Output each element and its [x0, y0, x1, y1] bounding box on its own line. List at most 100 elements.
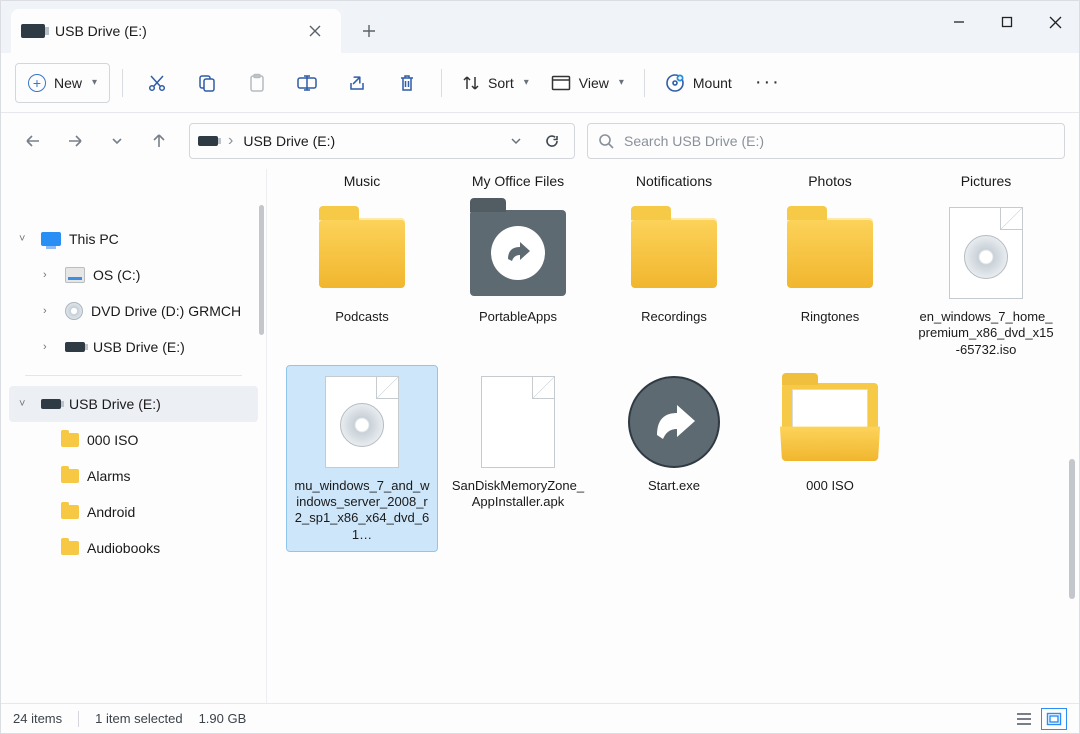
tree-usb-drive-selected[interactable]: ˅ USB Drive (E:) [9, 386, 258, 422]
item-label[interactable]: My Office Files [443, 169, 593, 197]
recent-locations-button[interactable] [99, 123, 135, 159]
copy-button[interactable] [185, 63, 229, 103]
tree-usb-drive[interactable]: › USB Drive (E:) [9, 329, 258, 365]
up-button[interactable] [141, 123, 177, 159]
folder-000-iso[interactable]: 000 ISO [755, 366, 905, 551]
breadcrumb-segment[interactable]: USB Drive (E:) [243, 133, 335, 149]
minimize-button[interactable] [935, 1, 983, 43]
navigation-bar: › USB Drive (E:) [1, 113, 1079, 169]
explorer-body: ˅ This PC › OS (C:) › DVD Drive (D:) GRM… [1, 169, 1079, 703]
tab-close-button[interactable] [299, 15, 331, 47]
address-bar[interactable]: › USB Drive (E:) [189, 123, 575, 159]
breadcrumb-dropdown[interactable] [504, 135, 528, 147]
status-selection: 1 item selected [95, 711, 182, 726]
tree-this-pc[interactable]: ˅ This PC [9, 221, 258, 257]
refresh-button[interactable] [538, 133, 566, 149]
back-button[interactable] [15, 123, 51, 159]
tree-label: Audiobooks [87, 540, 160, 556]
paste-button[interactable] [235, 63, 279, 103]
rename-icon [296, 73, 318, 93]
item-label[interactable]: Music [287, 169, 437, 197]
file-icon [481, 376, 555, 468]
item-label: SanDiskMemoryZone_AppInstaller.apk [449, 478, 587, 511]
tree-os-drive[interactable]: › OS (C:) [9, 257, 258, 293]
chevron-right-icon: › [43, 341, 57, 353]
view-toggles [1011, 708, 1067, 730]
content-scrollbar[interactable] [1069, 459, 1075, 599]
file-iso-win7-home[interactable]: en_windows_7_home_premium_x86_dvd_x15-65… [911, 197, 1061, 366]
tree-folder-000-iso[interactable]: 000 ISO [9, 422, 258, 458]
item-label: Recordings [641, 309, 707, 325]
item-label: Ringtones [801, 309, 860, 325]
pc-icon [41, 232, 61, 246]
tree-label: OS (C:) [93, 267, 140, 283]
drive-icon [65, 267, 85, 283]
forward-button[interactable] [57, 123, 93, 159]
titlebar: USB Drive (E:) [1, 1, 1079, 53]
search-box[interactable] [587, 123, 1065, 159]
item-label: Podcasts [335, 309, 388, 325]
mount-label: Mount [693, 75, 732, 91]
folder-podcasts[interactable]: Podcasts [287, 197, 437, 366]
view-icon [551, 75, 571, 91]
tab-usb-drive[interactable]: USB Drive (E:) [11, 9, 341, 53]
new-button[interactable]: + New ▾ [15, 63, 110, 103]
item-label[interactable]: Pictures [911, 169, 1061, 197]
usb-drive-icon [65, 342, 85, 352]
clipboard-icon [247, 73, 267, 93]
item-label[interactable]: Photos [755, 169, 905, 197]
separator [78, 711, 79, 727]
usb-drive-icon [198, 136, 218, 146]
usb-drive-icon [21, 24, 45, 38]
tree-label: 000 ISO [87, 432, 138, 448]
search-input[interactable] [624, 133, 1054, 149]
copy-icon [197, 73, 217, 93]
folder-ringtones[interactable]: Ringtones [755, 197, 905, 366]
folder-icon [631, 218, 717, 288]
tree-folder-audiobooks[interactable]: Audiobooks [9, 530, 258, 566]
file-list: Music My Office Files Notifications Phot… [267, 169, 1079, 703]
tab-title: USB Drive (E:) [55, 23, 289, 39]
dvd-icon [65, 302, 83, 320]
separator [441, 69, 442, 97]
icons-view-button[interactable] [1041, 708, 1067, 730]
new-tab-button[interactable] [353, 15, 385, 47]
folder-recordings[interactable]: Recordings [599, 197, 749, 366]
rename-button[interactable] [285, 63, 329, 103]
close-window-button[interactable] [1031, 1, 1079, 43]
start-app-icon [628, 376, 720, 468]
chevron-down-icon: ▾ [619, 77, 624, 88]
trash-icon [397, 73, 417, 93]
share-button[interactable] [335, 63, 379, 103]
tree-dvd-drive[interactable]: › DVD Drive (D:) GRMCH [9, 293, 258, 329]
item-label[interactable]: Notifications [599, 169, 749, 197]
sort-icon [462, 74, 480, 92]
tree-folder-android[interactable]: Android [9, 494, 258, 530]
iso-file-icon [325, 376, 399, 468]
folder-icon [61, 541, 79, 555]
separator [644, 69, 645, 97]
sort-button[interactable]: Sort ▾ [454, 63, 537, 103]
separator [122, 69, 123, 97]
more-button[interactable]: ··· [746, 63, 790, 103]
sort-label: Sort [488, 75, 514, 91]
folder-portableapps[interactable]: PortableApps [443, 197, 593, 366]
folder-icon [787, 218, 873, 288]
window-controls [935, 1, 1079, 53]
delete-button[interactable] [385, 63, 429, 103]
tree-folder-alarms[interactable]: Alarms [9, 458, 258, 494]
file-apk-sandisk[interactable]: SanDiskMemoryZone_AppInstaller.apk [443, 366, 593, 551]
maximize-button[interactable] [983, 1, 1031, 43]
cut-button[interactable] [135, 63, 179, 103]
sidebar-scrollbar[interactable] [259, 205, 264, 335]
chevron-down-icon: ˅ [19, 233, 33, 245]
file-iso-mu-win7-selected[interactable]: mu_windows_7_and_windows_server_2008_r2_… [287, 366, 437, 551]
details-view-button[interactable] [1011, 708, 1037, 730]
mount-icon [665, 73, 685, 93]
file-start-exe[interactable]: Start.exe [599, 366, 749, 551]
view-button[interactable]: View ▾ [543, 63, 632, 103]
mount-button[interactable]: Mount [657, 63, 740, 103]
tree: ˅ This PC › OS (C:) › DVD Drive (D:) GRM… [1, 177, 266, 566]
status-item-count: 24 items [13, 711, 62, 726]
view-label: View [579, 75, 609, 91]
